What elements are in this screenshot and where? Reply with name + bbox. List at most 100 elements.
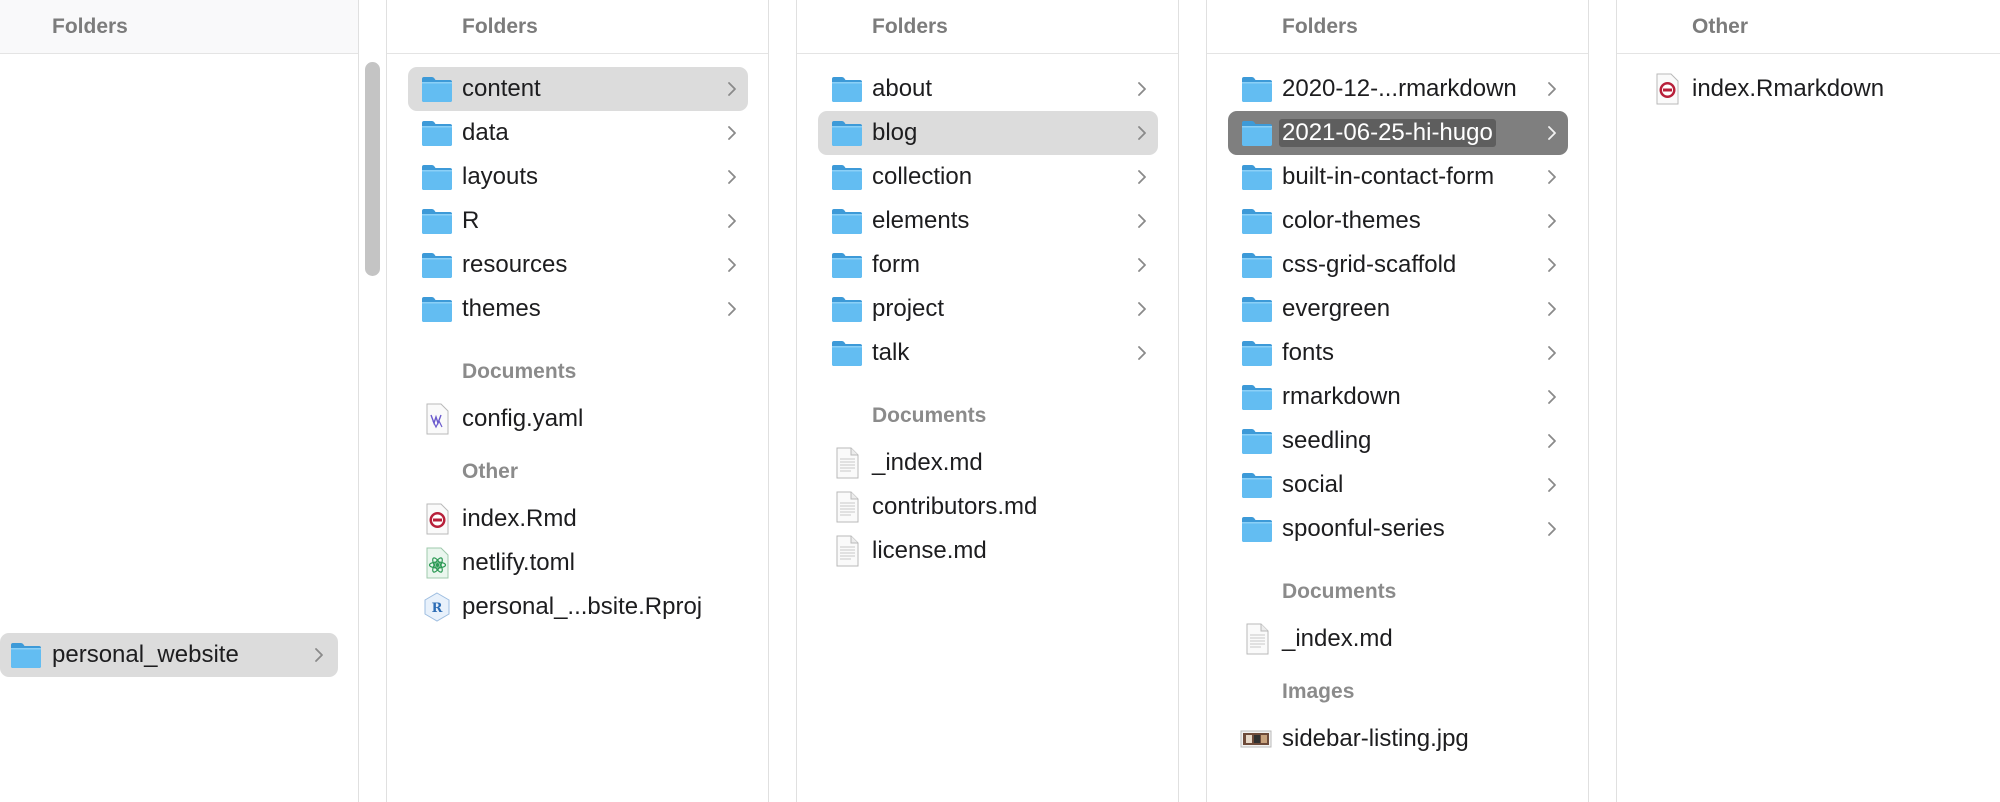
column-divider[interactable] xyxy=(358,0,359,802)
folder-label: fonts xyxy=(1282,339,1335,366)
file-label: index.Rmd xyxy=(462,505,577,532)
column-header: Folders xyxy=(797,0,1178,54)
file-label: _index.md xyxy=(1282,625,1393,652)
chevron-right-icon xyxy=(1546,124,1558,142)
folder-label: form xyxy=(872,251,920,278)
folder-icon xyxy=(1241,515,1273,543)
document-icon xyxy=(1244,623,1270,655)
folder-row-data[interactable]: data xyxy=(408,111,748,155)
folder-row-project[interactable]: project xyxy=(818,287,1158,331)
folder-row-personal-website[interactable]: personal_website xyxy=(0,633,338,677)
chevron-right-icon xyxy=(1546,388,1558,406)
rmarkdown-file-icon xyxy=(1654,73,1680,105)
column-divider[interactable] xyxy=(1588,0,1589,802)
chevron-right-icon xyxy=(726,168,738,186)
folder-icon xyxy=(1241,251,1273,279)
folder-row-evergreen[interactable]: evergreen xyxy=(1228,287,1568,331)
file-row-netlify-toml[interactable]: netlify.toml xyxy=(408,541,748,585)
chevron-right-icon xyxy=(1546,476,1558,494)
section-heading-documents: Documents xyxy=(872,404,987,427)
folder-label: themes xyxy=(462,295,541,322)
browser-column-hi-hugo: Other index.Rmarkdown xyxy=(1617,0,2000,802)
folder-row-form[interactable]: form xyxy=(818,243,1158,287)
file-label: index.Rmarkdown xyxy=(1692,75,1885,102)
folder-label: seedling xyxy=(1282,427,1372,454)
browser-column-root: Folders personal_website xyxy=(0,0,358,802)
folder-row-about[interactable]: about xyxy=(818,67,1158,111)
chevron-right-icon xyxy=(1136,80,1148,98)
folder-row-color-themes[interactable]: color-themes xyxy=(1228,199,1568,243)
folder-label: talk xyxy=(872,339,910,366)
chevron-right-icon xyxy=(726,300,738,318)
folder-icon xyxy=(831,119,863,147)
rproj-file-icon xyxy=(422,591,452,623)
file-row-config-yaml[interactable]: config.yaml xyxy=(408,397,748,441)
folder-row-content[interactable]: content xyxy=(408,67,748,111)
folder-icon xyxy=(831,295,863,323)
folder-row-talk[interactable]: talk xyxy=(818,331,1158,375)
chevron-right-icon xyxy=(1546,168,1558,186)
folder-icon xyxy=(831,163,863,191)
file-row-sidebar-listing-jpg[interactable]: sidebar-listing.jpg xyxy=(1228,717,1568,761)
folder-row-built-in-contact-form[interactable]: built-in-contact-form xyxy=(1228,155,1568,199)
file-row-index-rmarkdown[interactable]: index.Rmarkdown xyxy=(1638,67,1978,111)
folder-label: css-grid-scaffold xyxy=(1282,251,1457,278)
chevron-right-icon xyxy=(1136,168,1148,186)
file-label: personal_...bsite.Rproj xyxy=(462,593,703,620)
folder-label: 2020-12-...rmarkdown xyxy=(1282,75,1517,102)
chevron-right-icon xyxy=(1546,212,1558,230)
folder-row-themes[interactable]: themes xyxy=(408,287,748,331)
browser-column-website: Folders content data layouts R resources… xyxy=(387,0,768,802)
folder-icon xyxy=(10,641,42,669)
vertical-scrollbar[interactable] xyxy=(365,62,380,276)
document-icon xyxy=(834,447,860,479)
column-divider[interactable] xyxy=(768,0,769,802)
column-divider[interactable] xyxy=(1178,0,1179,802)
browser-column-blog: Folders 2020-12-...rmarkdown 2021-06-25-… xyxy=(1207,0,1588,802)
toml-file-icon xyxy=(424,547,450,579)
folder-icon xyxy=(1241,119,1273,147)
folder-row-css-grid-scaffold[interactable]: css-grid-scaffold xyxy=(1228,243,1568,287)
folder-row-collection[interactable]: collection xyxy=(818,155,1158,199)
folder-row-elements[interactable]: elements xyxy=(818,199,1158,243)
file-label: config.yaml xyxy=(462,405,584,432)
file-row-index-rmd[interactable]: index.Rmd xyxy=(408,497,748,541)
folder-row-spoonful-series[interactable]: spoonful-series xyxy=(1228,507,1568,551)
yaml-file-icon xyxy=(424,403,450,435)
file-row-index-md[interactable]: _index.md xyxy=(1228,617,1568,661)
folder-label: color-themes xyxy=(1282,207,1421,234)
column-header: Folders xyxy=(387,0,768,54)
file-row-contributors-md[interactable]: contributors.md xyxy=(818,485,1158,529)
folder-row-rmarkdown[interactable]: rmarkdown xyxy=(1228,375,1568,419)
chevron-right-icon xyxy=(1136,212,1148,230)
file-row-license-md[interactable]: license.md xyxy=(818,529,1158,573)
chevron-right-icon xyxy=(1546,256,1558,274)
file-row-index-md[interactable]: _index.md xyxy=(818,441,1158,485)
folder-label: social xyxy=(1282,471,1344,498)
folder-icon xyxy=(1241,207,1273,235)
folder-row-seedling[interactable]: seedling xyxy=(1228,419,1568,463)
folder-icon xyxy=(831,207,863,235)
folder-row-resources[interactable]: resources xyxy=(408,243,748,287)
folder-row-social[interactable]: social xyxy=(1228,463,1568,507)
folder-row-layouts[interactable]: layouts xyxy=(408,155,748,199)
column-header: Folders xyxy=(1207,0,1588,54)
file-label: contributors.md xyxy=(872,493,1038,520)
folder-row-2020-rmarkdown[interactable]: 2020-12-...rmarkdown xyxy=(1228,67,1568,111)
folder-icon xyxy=(1241,427,1273,455)
folder-row-blog[interactable]: blog xyxy=(818,111,1158,155)
folder-row-fonts[interactable]: fonts xyxy=(1228,331,1568,375)
folder-label: blog xyxy=(872,119,918,146)
chevron-right-icon xyxy=(726,80,738,98)
folder-label: built-in-contact-form xyxy=(1282,163,1495,190)
folder-label: rmarkdown xyxy=(1282,383,1401,410)
chevron-right-icon xyxy=(1546,520,1558,538)
folder-row-2021-hi-hugo[interactable]: 2021-06-25-hi-hugo xyxy=(1228,111,1568,155)
folder-label: content xyxy=(462,75,541,102)
column-header-label: Folders xyxy=(462,15,538,38)
file-label: license.md xyxy=(872,537,987,564)
file-row-rproj[interactable]: personal_...bsite.Rproj xyxy=(408,585,748,629)
folder-row-r[interactable]: R xyxy=(408,199,748,243)
chevron-right-icon xyxy=(1546,80,1558,98)
folder-icon xyxy=(1241,163,1273,191)
